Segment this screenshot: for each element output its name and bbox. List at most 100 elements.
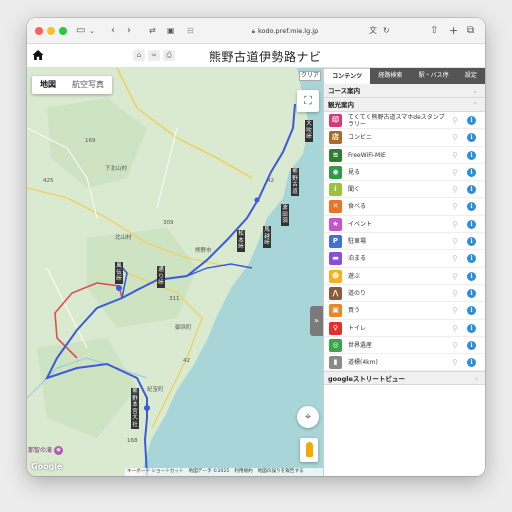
- poi-label[interactable]: 風伝峠: [115, 262, 123, 284]
- sidebar-toggle-icon[interactable]: ▭: [76, 24, 85, 38]
- panel-collapse-button[interactable]: »: [310, 306, 323, 336]
- category-item[interactable]: ☻ 遊ぶ ⚲ i: [324, 268, 485, 285]
- info-icon[interactable]: i: [467, 202, 476, 212]
- info-icon[interactable]: i: [467, 254, 476, 264]
- info-icon[interactable]: i: [467, 358, 476, 368]
- info-icon[interactable]: i: [467, 306, 476, 316]
- map-pin-icon[interactable]: ⚲: [452, 306, 458, 315]
- category-item[interactable]: ⋀ 道のり ⚲ i: [324, 285, 485, 303]
- poi-label[interactable]: 松本峠: [237, 230, 245, 252]
- category-item[interactable]: i 聞く ⚲ i: [324, 181, 485, 199]
- map-pin-icon[interactable]: ⚲: [452, 151, 458, 160]
- route-marker[interactable]: [254, 197, 260, 203]
- map-attribution: キーボード ショートカット 地図データ ©2025 利用規約 地図の誤りを報告する: [125, 468, 323, 476]
- fullscreen-icon[interactable]: ⛶: [297, 90, 319, 112]
- map-type-map-tab[interactable]: 地図: [32, 76, 64, 94]
- course-guide-header[interactable]: コース案内 ⌄: [324, 84, 485, 98]
- poi-label[interactable]: 通り峠: [157, 266, 165, 288]
- category-item[interactable]: ▣ 買う ⚲ i: [324, 302, 485, 320]
- category-item[interactable]: ≋ FreeWiFi-MIE ⚲ i: [324, 147, 485, 164]
- info-icon[interactable]: i: [467, 237, 476, 247]
- category-label: てくてく熊野古道スマホdeスタンプラリー: [348, 113, 445, 128]
- forward-icon[interactable]: ›: [127, 24, 131, 38]
- info-icon[interactable]: i: [467, 185, 476, 195]
- map-type-satellite-tab[interactable]: 航空写真: [64, 76, 112, 94]
- info-icon[interactable]: i: [467, 323, 476, 333]
- map-pin-icon[interactable]: ⚲: [452, 254, 458, 263]
- map-pin-icon[interactable]: ⚲: [452, 237, 458, 246]
- category-item[interactable]: ▮ 道標(4km) ⚲ i: [324, 354, 485, 372]
- place-label: 紀宝町: [147, 387, 164, 393]
- print-icon[interactable]: ⎙: [163, 50, 175, 61]
- map-pin-icon[interactable]: ⚲: [452, 220, 458, 229]
- tab-settings[interactable]: 設定: [457, 68, 485, 84]
- poi-label[interactable]: 熊野古道: [291, 168, 299, 196]
- map-view[interactable]: 下北山村 北山村 御浜町 紀宝町 熊野市 425 169 311 309 42 …: [27, 68, 323, 476]
- my-location-icon[interactable]: ⌖: [297, 406, 319, 428]
- nachi-falls-label[interactable]: 那智の滝 ◉: [28, 445, 64, 455]
- category-item[interactable]: 印てくてく熊野古道スマホdeスタンプラリー ⚲ i: [324, 112, 485, 130]
- info-icon[interactable]: i: [467, 219, 476, 229]
- report-error-link[interactable]: 地図の誤りを報告する: [258, 469, 304, 474]
- category-item[interactable]: ★ イベント ⚲ i: [324, 216, 485, 234]
- minimize-window-button[interactable]: [47, 27, 55, 35]
- map-pin-icon[interactable]: ⚲: [452, 341, 458, 350]
- poi-label[interactable]: 大吹峠: [305, 120, 313, 142]
- map-pin-icon[interactable]: ⚲: [452, 324, 458, 333]
- map-pin-icon[interactable]: ⚲: [452, 185, 458, 194]
- route-marker[interactable]: [116, 285, 122, 291]
- info-icon[interactable]: i: [467, 116, 476, 125]
- category-item[interactable]: ◎ 世界遺産 ⚲ i: [324, 337, 485, 355]
- tag-icon[interactable]: ⌂: [133, 50, 145, 61]
- info-icon[interactable]: i: [467, 271, 476, 281]
- info-icon[interactable]: i: [467, 150, 476, 160]
- tab-route-search[interactable]: 経路検索: [370, 68, 410, 84]
- clear-button[interactable]: クリア: [299, 71, 321, 81]
- sightseeing-header[interactable]: 観光案内 ⌃: [324, 98, 485, 112]
- map-pin-icon[interactable]: ⚲: [452, 289, 458, 298]
- streetview-header[interactable]: googleストリートビュー ›: [324, 371, 485, 386]
- page-settings-icon[interactable]: ⊟: [187, 24, 194, 38]
- translate-icon[interactable]: 文: [369, 24, 377, 38]
- poi-label[interactable]: 波田須: [281, 204, 289, 226]
- map-pin-icon[interactable]: ⚲: [452, 116, 458, 125]
- category-item[interactable]: ▬ 泊まる ⚲ i: [324, 250, 485, 268]
- address-bar[interactable]: 🔒︎ kodo.pref.mie.lg.jp: [205, 24, 365, 38]
- back-icon[interactable]: ‹: [111, 24, 115, 38]
- poi-label[interactable]: 馬越峠: [263, 226, 271, 248]
- poi-label[interactable]: 熊野本宮大社: [131, 388, 139, 429]
- category-item[interactable]: P 駐車場 ⚲ i: [324, 233, 485, 251]
- new-tab-icon[interactable]: +: [449, 24, 458, 38]
- tab-overview-icon[interactable]: ⇄: [149, 24, 156, 38]
- terms-link[interactable]: 利用規約: [234, 469, 252, 474]
- chevron-down-icon[interactable]: ⌄: [89, 24, 95, 38]
- map-pin-icon[interactable]: ⚲: [452, 168, 458, 177]
- street-view-pegman-icon[interactable]: [300, 438, 318, 462]
- reader-icon[interactable]: ▣: [167, 24, 175, 38]
- link-icon[interactable]: ∞: [148, 50, 160, 61]
- tabs-overview-icon[interactable]: ⧉: [467, 24, 474, 38]
- zoom-window-button[interactable]: [59, 27, 67, 35]
- home-icon[interactable]: [32, 49, 44, 61]
- info-icon[interactable]: i: [467, 133, 476, 143]
- map-pin-icon[interactable]: ⚲: [452, 272, 458, 281]
- map-pin-icon[interactable]: ⚲: [452, 358, 458, 367]
- category-item[interactable]: 店コンビニ ⚲ i: [324, 129, 485, 147]
- info-icon[interactable]: i: [467, 288, 476, 298]
- share-icon[interactable]: ⇧: [430, 24, 438, 38]
- close-window-button[interactable]: [35, 27, 43, 35]
- map-pin-icon[interactable]: ⚲: [452, 202, 458, 211]
- category-item[interactable]: ♀ トイレ ⚲ i: [324, 320, 485, 337]
- tab-contents[interactable]: コンテンツ: [324, 68, 371, 84]
- reload-icon[interactable]: ↻: [383, 24, 390, 38]
- tab-stations[interactable]: 駅・バス停: [411, 68, 457, 84]
- map-pin-icon[interactable]: ⚲: [452, 133, 458, 142]
- info-icon[interactable]: i: [467, 167, 476, 177]
- stamp-icon: 印: [329, 114, 342, 127]
- info-icon[interactable]: i: [467, 340, 476, 350]
- category-item[interactable]: ✕ 食べる ⚲ i: [324, 198, 485, 216]
- keyboard-shortcuts-link[interactable]: キーボード ショートカット: [127, 469, 184, 474]
- route-marker[interactable]: [144, 405, 150, 411]
- map-canvas[interactable]: [27, 68, 323, 476]
- category-item[interactable]: ◉ 見る ⚲ i: [324, 164, 485, 182]
